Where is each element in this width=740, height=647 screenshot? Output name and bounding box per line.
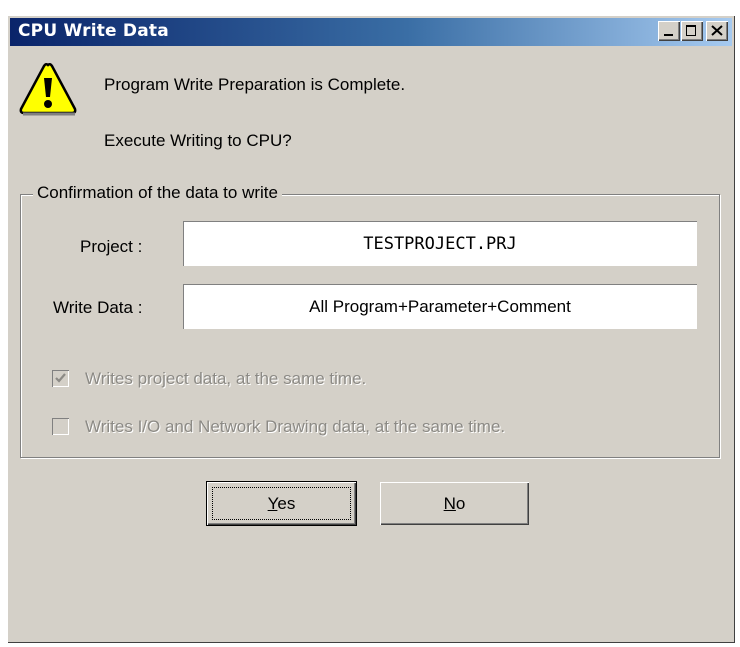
- write-project-data-label[interactable]: Writes project data, at the same time.: [85, 369, 366, 389]
- message-line-1: Program Write Preparation is Complete.: [104, 75, 406, 94]
- no-button-label: No: [443, 493, 466, 513]
- title-bar[interactable]: CPU Write Data: [10, 18, 732, 46]
- window-title: CPU Write Data: [18, 21, 169, 41]
- project-field: TESTPROJECT.PRJ: [183, 221, 697, 266]
- close-button[interactable]: [706, 21, 728, 41]
- write-io-network-checkbox[interactable]: [52, 418, 69, 435]
- checkmark-icon: [55, 373, 66, 383]
- cpu-write-data-dialog: CPU Write Data Program Write Preparation…: [7, 15, 735, 643]
- write-data-label: Write Data :: [53, 298, 143, 317]
- yes-button[interactable]: Yes: [206, 481, 357, 526]
- warning-icon: [19, 62, 77, 116]
- write-data-field: All Program+Parameter+Comment: [183, 284, 697, 329]
- close-icon: [711, 25, 723, 36]
- maximize-button[interactable]: [681, 21, 703, 41]
- minimize-icon: [664, 34, 673, 36]
- groupbox-legend: Confirmation of the data to write: [33, 183, 282, 203]
- message-line-2: Execute Writing to CPU?: [104, 131, 292, 150]
- project-label: Project :: [80, 237, 143, 256]
- maximize-icon: [686, 25, 696, 36]
- write-io-network-label[interactable]: Writes I/O and Network Drawing data, at …: [85, 417, 505, 437]
- no-button[interactable]: No: [380, 482, 529, 525]
- yes-button-label: Yes: [267, 493, 296, 513]
- write-project-data-checkbox[interactable]: [52, 370, 69, 387]
- minimize-button[interactable]: [658, 21, 680, 41]
